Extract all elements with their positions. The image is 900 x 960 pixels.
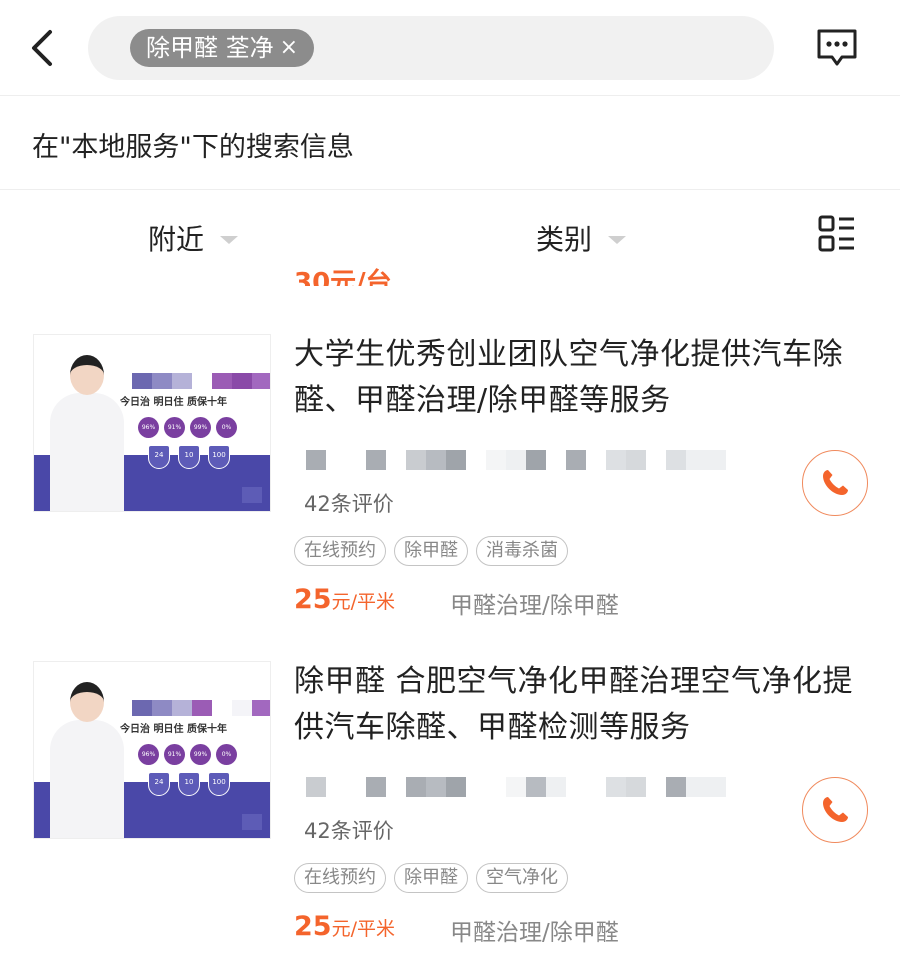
filter-nearby-label: 附近: [148, 223, 205, 256]
banner-percent-badges: 96% 91% 99% 0%: [138, 744, 237, 765]
listing-price: 25元/平米: [294, 584, 395, 615]
search-keyword-chip[interactable]: 除甲醛 荃净 ×: [130, 29, 315, 67]
back-button[interactable]: [22, 26, 62, 70]
listing-title[interactable]: 大学生优秀创业团队空气净化提供汽车除醛、甲醛治理/除甲醛等服务: [294, 332, 868, 424]
doctor-figure: [50, 393, 124, 511]
price-number: 25: [294, 584, 332, 615]
filter-category-label: 类别: [536, 223, 593, 256]
listing-tags: 在线预约 除甲醛 消毒杀菌: [294, 536, 568, 566]
listing-thumbnail[interactable]: 今日治 明日住 质保十年 96% 91% 99% 0% 24 10 100: [33, 661, 271, 839]
rating-stars-pixelated: [306, 450, 726, 470]
listing-category: 甲醛治理/除甲醛: [450, 920, 619, 946]
tag: 除甲醛: [394, 536, 468, 566]
listing-card[interactable]: 今日治 明日住 质保十年 96% 91% 99% 0% 24 10 100 除甲…: [0, 647, 900, 960]
search-scope-bar: 在"本地服务"下的搜索信息: [0, 97, 900, 190]
message-button[interactable]: [814, 26, 860, 70]
listing-category: 甲醛治理/除甲醛: [450, 593, 619, 619]
price-unit: 元/平米: [331, 918, 395, 940]
previous-item-price: 30元/台: [294, 268, 392, 286]
call-button[interactable]: [802, 450, 868, 516]
banner-slogan: 今日治 明日住 质保十年: [120, 724, 227, 735]
listing-thumbnail[interactable]: 今日治 明日住 质保十年 96% 91% 99% 0% 24 10 100: [33, 334, 271, 512]
search-scope-text: 在"本地服务"下的搜索信息: [32, 132, 354, 163]
dropdown-arrow-icon: [608, 236, 627, 244]
list-layout-icon: [818, 215, 854, 252]
chevron-left-icon: [32, 30, 52, 66]
banner-color-bars: [132, 700, 270, 716]
banner-shield-badges: 24 10 100: [148, 772, 230, 796]
listing-card[interactable]: 今日治 明日住 质保十年 96% 91% 99% 0% 24 10 100 大学…: [0, 320, 900, 640]
filter-category-dropdown[interactable]: 类别: [536, 218, 627, 258]
top-bar: 除甲醛 荃净 ×: [0, 0, 900, 96]
review-count: 42条评价: [304, 819, 394, 843]
doctor-figure: [50, 720, 124, 838]
dropdown-arrow-icon: [220, 236, 239, 244]
chip-close-icon[interactable]: ×: [280, 29, 298, 67]
tag: 消毒杀菌: [476, 536, 568, 566]
call-button[interactable]: [802, 777, 868, 843]
layout-toggle-button[interactable]: [818, 215, 856, 253]
listing-price: 25元/平米: [294, 911, 395, 942]
phone-icon: [823, 797, 848, 822]
price-number: 25: [294, 911, 332, 942]
banner-color-bars: [132, 373, 270, 389]
banner-shield-badges: 24 10 100: [148, 445, 230, 469]
banner-percent-badges: 96% 91% 99% 0%: [138, 417, 237, 438]
tag: 除甲醛: [394, 863, 468, 893]
search-box[interactable]: 除甲醛 荃净 ×: [88, 16, 774, 80]
banner-slogan: 今日治 明日住 质保十年: [120, 397, 227, 408]
price-unit: 元/平米: [331, 591, 395, 613]
listing-title[interactable]: 除甲醛 合肥空气净化甲醛治理空气净化提供汽车除醛、甲醛检测等服务: [294, 659, 868, 751]
tag: 在线预约: [294, 863, 386, 893]
filter-nearby-dropdown[interactable]: 附近: [148, 218, 239, 258]
phone-icon: [823, 470, 848, 495]
review-count: 42条评价: [304, 492, 394, 516]
chat-bubble-icon: [817, 29, 857, 66]
listing-tags: 在线预约 除甲醛 空气净化: [294, 863, 568, 893]
rating-stars-pixelated: [306, 777, 726, 797]
tag: 在线预约: [294, 536, 386, 566]
tag: 空气净化: [476, 863, 568, 893]
search-keyword-text: 除甲醛 荃净: [146, 34, 274, 62]
